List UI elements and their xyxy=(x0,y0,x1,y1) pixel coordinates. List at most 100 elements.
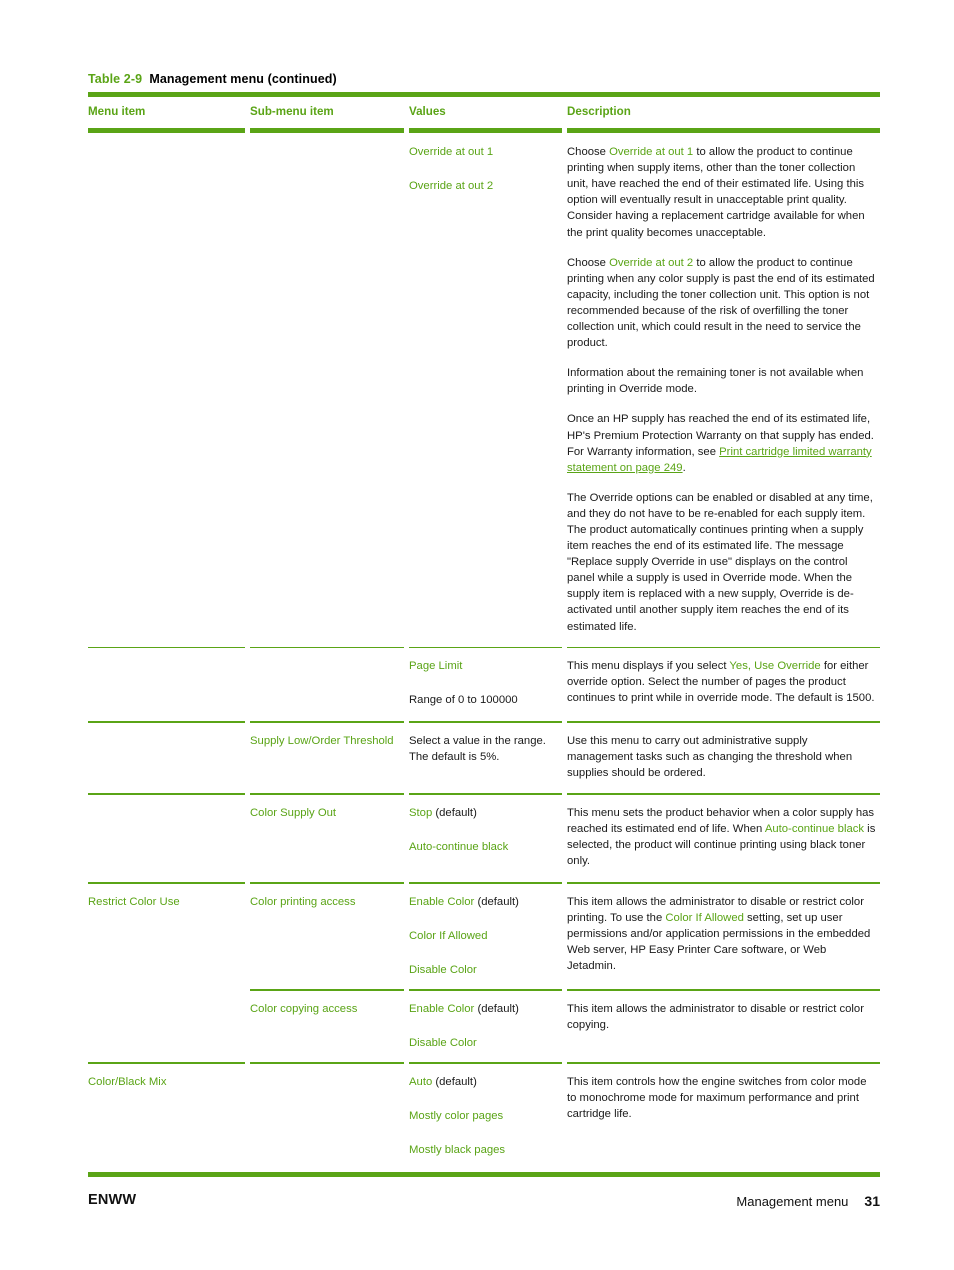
column-header-values: Values xyxy=(409,105,446,118)
value-line: Color If Allowed xyxy=(409,928,555,944)
cell-menu-item xyxy=(88,648,250,721)
description-paragraph: This item controls how the engine switch… xyxy=(567,1074,876,1122)
value-line: Auto (default) xyxy=(409,1074,555,1090)
value-line: Auto-continue black xyxy=(409,839,555,855)
row-separator xyxy=(88,1061,880,1064)
text-run: Mostly color pages xyxy=(409,1109,504,1122)
cell-values: Enable Color (default) Color If Allowed Di… xyxy=(409,884,567,989)
text-run: (default) xyxy=(474,895,519,908)
column-header-description: Description xyxy=(567,105,631,118)
text-run: Disable Color xyxy=(409,964,477,977)
text-run: Color/Black Mix xyxy=(88,1075,167,1088)
table-row: Override at out 1 Override at out 2 Choose… xyxy=(88,133,880,647)
text-run: Supply Low/Order Threshold xyxy=(250,735,394,747)
value-line: Override at out 1 xyxy=(409,146,494,159)
cell-description: This item controls how the engine switch… xyxy=(567,1064,880,1172)
table-bottom-rule xyxy=(88,1171,880,1177)
text-run: Range of 0 to 100000 xyxy=(409,694,518,707)
footer-page-number: 31 xyxy=(864,1193,880,1209)
cell-description: Use this menu to carry out administrativ… xyxy=(567,723,880,793)
cell-description: This item allows the administrator to di… xyxy=(567,884,880,989)
value-line: Override at out 2 xyxy=(409,180,494,193)
value-line: Color copying access xyxy=(250,1001,397,1017)
text-run: Restrict Color Use xyxy=(88,895,180,908)
text-run: Choose xyxy=(567,256,610,269)
text-run: Color Supply Out xyxy=(250,806,337,819)
text-run: This menu displays if you select xyxy=(567,660,730,673)
description-paragraph: Choose Override at out 1 to allow the pr… xyxy=(567,144,876,241)
text-run: (default) xyxy=(432,806,477,819)
cell-menu-item xyxy=(88,991,250,1062)
cell-sub-menu-item: Color printing access xyxy=(250,884,409,989)
cell-values: Enable Color (default) Disable Color xyxy=(409,991,567,1062)
table-row: Restrict Color Use Color printing access E… xyxy=(88,884,880,989)
text-run: This item allows the administrator to di… xyxy=(567,1002,864,1031)
cell-menu-item: Color/Black Mix xyxy=(88,1064,250,1172)
text-run: Select a value in the range. The default… xyxy=(409,735,546,764)
text-run: Mostly black pages xyxy=(409,1143,506,1156)
table-row: Color/Black Mix Auto (default) Mostly colo… xyxy=(88,1064,880,1172)
header-bottom-rule xyxy=(88,128,880,134)
cell-description: Choose Override at out 1 to allow the pr… xyxy=(567,133,880,647)
text-run: Override at out 1 xyxy=(609,146,694,159)
table-caption-number: Table 2-9 xyxy=(88,72,143,86)
description-paragraph: Information about the remaining toner is… xyxy=(567,365,876,397)
text-run: to allow the product to continue printin… xyxy=(567,146,865,239)
value-line: Range of 0 to 100000 xyxy=(409,692,555,708)
text-run: Auto xyxy=(409,1075,433,1088)
cell-values: Auto (default) Mostly color pages Mostly b… xyxy=(409,1064,567,1172)
cell-sub-menu-item xyxy=(250,648,409,721)
cell-values: Stop (default) Auto-continue black xyxy=(409,795,567,882)
value-line: Enable Color (default) xyxy=(409,1001,555,1017)
row-separator xyxy=(88,882,880,884)
value-line: Color printing access xyxy=(250,894,397,910)
row-separator xyxy=(88,646,880,649)
description-paragraph: Choose Override at out 2 to allow the pr… xyxy=(567,255,876,352)
cell-sub-menu-item xyxy=(250,1064,409,1172)
column-header-sub-menu-item: Sub-menu item xyxy=(250,105,334,118)
text-run: Disable Color xyxy=(409,1036,477,1049)
table-row: Color Supply Out Stop (default) Auto-conti… xyxy=(88,795,880,882)
footer-section-info: Management menu 31 xyxy=(736,1193,880,1209)
cell-menu-item xyxy=(88,795,250,882)
value-line: Disable Color xyxy=(409,1035,555,1051)
text-run: Page Limit xyxy=(409,660,463,673)
table-caption-title: Management menu (continued) xyxy=(149,72,337,86)
text-run: Use this menu to carry out administrativ… xyxy=(567,735,853,780)
description-paragraph: This item allows the administrator to di… xyxy=(567,894,876,974)
cell-values: Override at out 1 Override at out 2 xyxy=(409,133,567,647)
value-line: Select a value in the range. The default… xyxy=(409,733,555,765)
cell-description: This menu sets the product behavior when… xyxy=(567,795,880,882)
description-paragraph: This item allows the administrator to di… xyxy=(567,1001,876,1033)
document-page: Table 2-9 Management menu (continued) Me… xyxy=(0,0,954,1270)
cell-sub-menu-item xyxy=(250,133,409,647)
description-paragraph: Use this menu to carry out administrativ… xyxy=(567,733,876,781)
description-paragraph: This menu displays if you select Yes, Us… xyxy=(567,658,876,706)
management-menu-table: Menu item Sub-menu item Values Descripti… xyxy=(88,92,880,1177)
text-run: (default) xyxy=(474,1002,519,1015)
value-line: Disable Color xyxy=(409,962,555,978)
text-run: Color copying access xyxy=(250,1002,358,1015)
text-run: to allow the product to continue printin… xyxy=(567,256,875,350)
table-caption: Table 2-9 Management menu (continued) xyxy=(88,72,337,86)
text-run: . xyxy=(682,461,686,474)
cell-description: This item allows the administrator to di… xyxy=(567,991,880,1062)
cell-menu-item xyxy=(88,723,250,793)
text-run: Auto-continue black xyxy=(764,822,865,835)
cell-description: This menu displays if you select Yes, Us… xyxy=(567,648,880,721)
description-paragraph: Once an HP supply has reached the end of… xyxy=(567,411,876,475)
text-run: Information about the remaining toner is… xyxy=(567,367,864,396)
text-run: (default) xyxy=(432,1075,477,1088)
cell-values: Page Limit Range of 0 to 100000 xyxy=(409,648,567,721)
table-row: Page Limit Range of 0 to 100000 This menu … xyxy=(88,648,880,721)
description-paragraph: This menu sets the product behavior when… xyxy=(567,805,876,869)
row-separator xyxy=(88,989,880,991)
cell-sub-menu-item: Color Supply Out xyxy=(250,795,409,882)
cell-sub-menu-item: Supply Low/Order Threshold xyxy=(250,723,409,793)
cell-menu-item xyxy=(88,133,250,647)
value-line: Enable Color (default) xyxy=(409,894,555,910)
text-run: Color printing access xyxy=(250,895,356,908)
value-line: Stop (default) xyxy=(409,805,555,821)
text-run: Enable Color xyxy=(409,895,475,908)
value-line: Mostly black pages xyxy=(409,1142,555,1158)
